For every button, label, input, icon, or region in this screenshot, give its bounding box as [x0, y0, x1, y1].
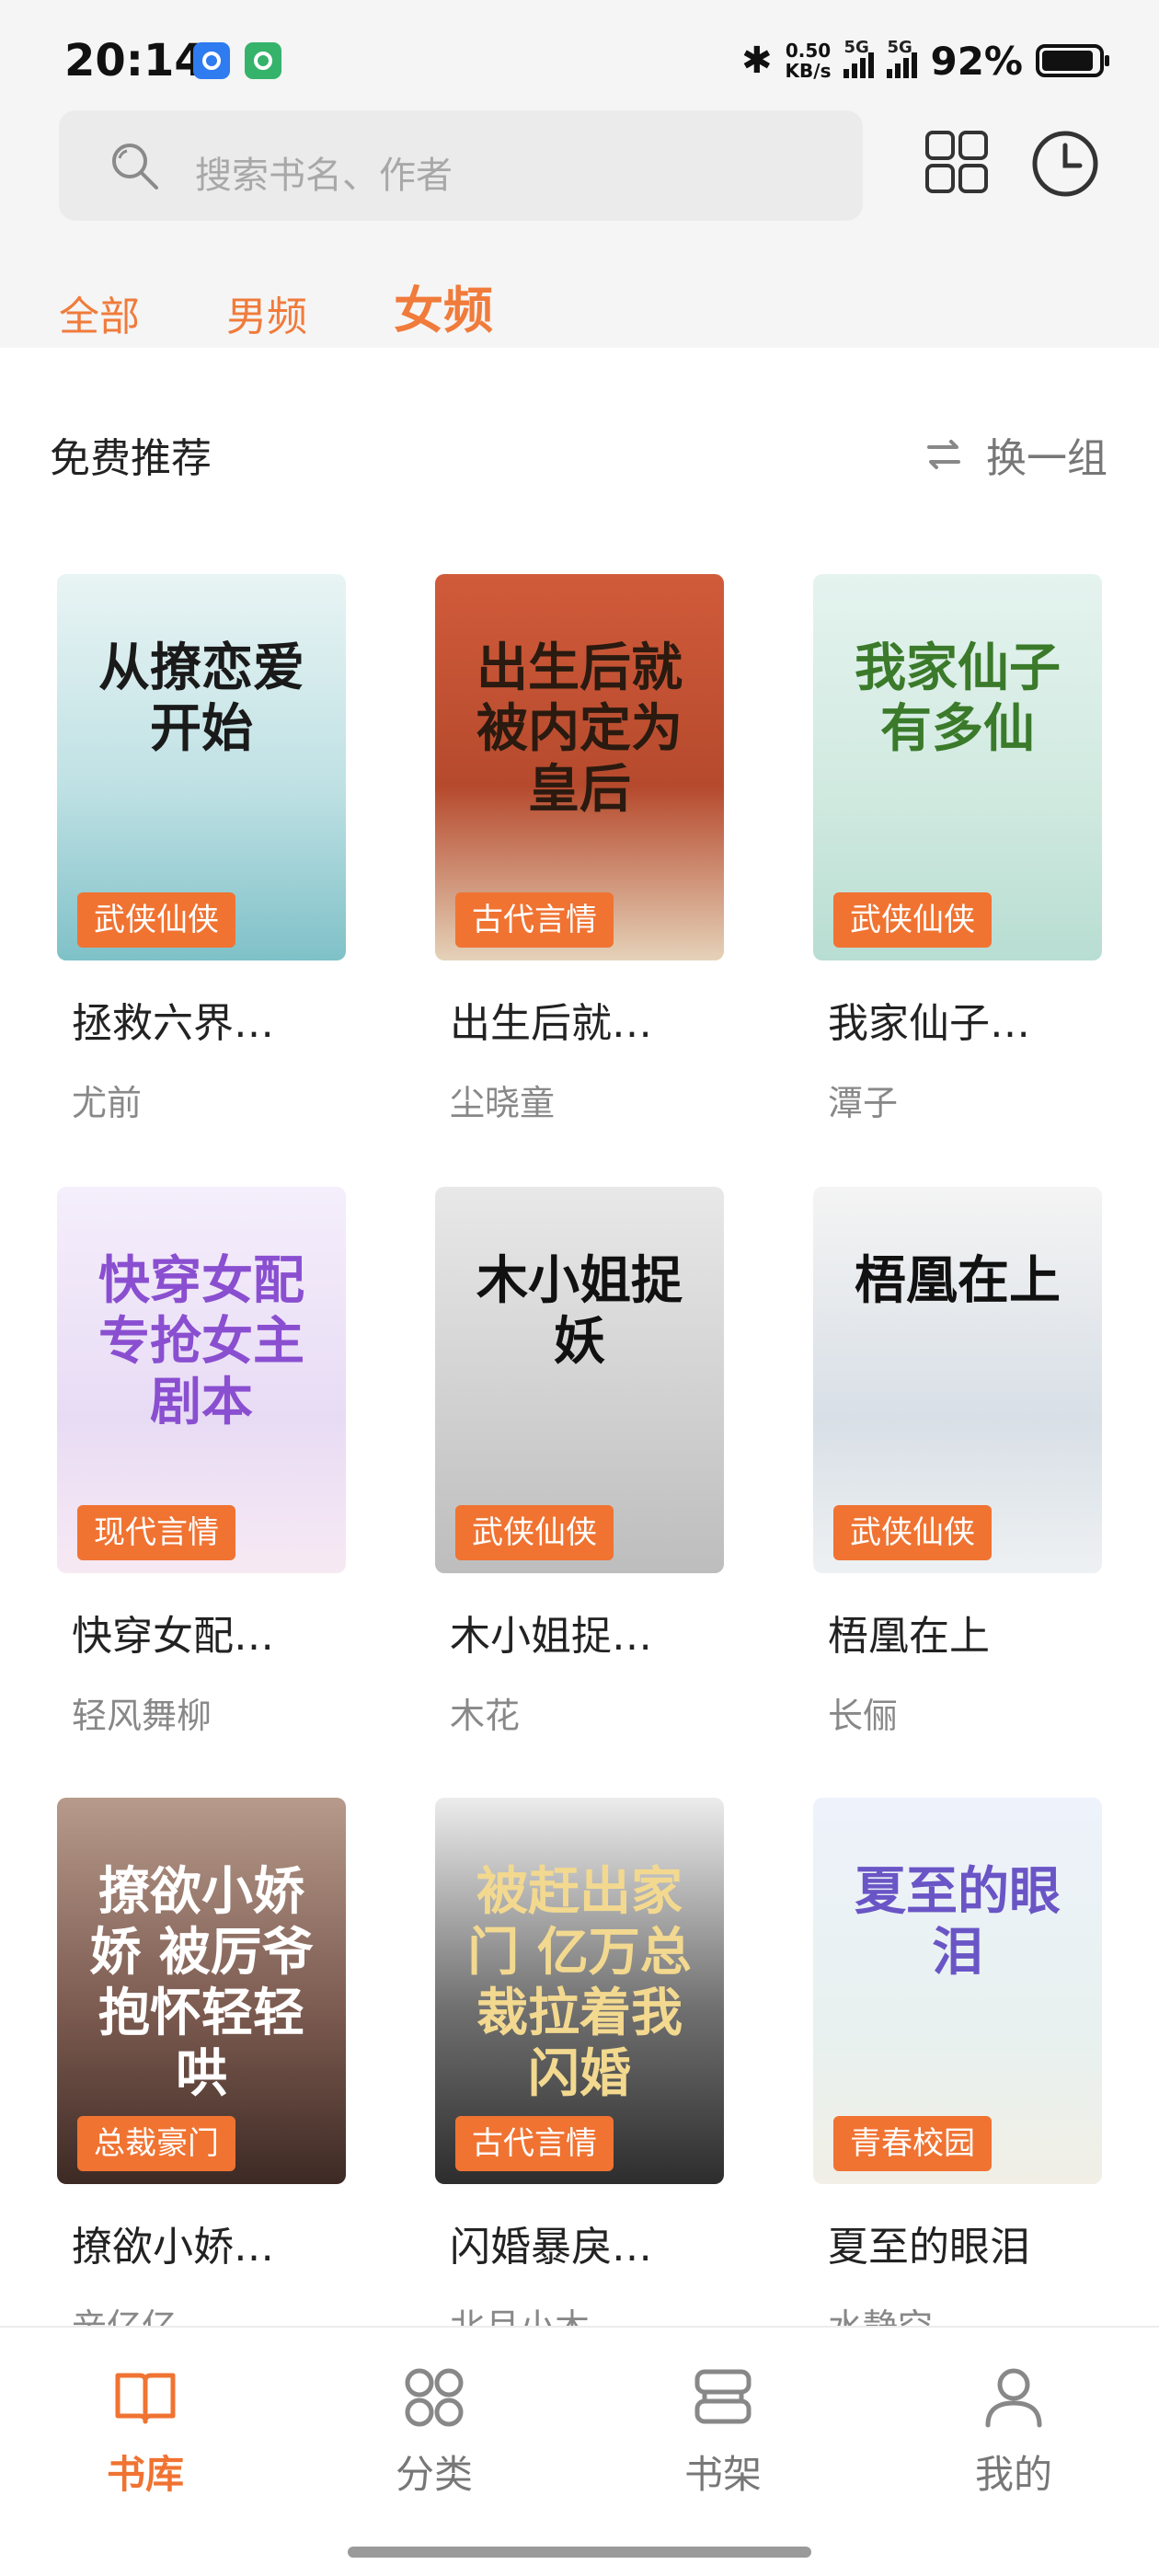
tab-male[interactable]: 男频 [226, 283, 307, 342]
battery-percent: 92% [930, 38, 1023, 84]
book-title[interactable]: 梧凰在上 [828, 1603, 990, 1662]
bookshelf-icon [694, 2369, 752, 2424]
nav-category[interactable]: 分类 [342, 2361, 526, 2500]
genre-tag: 现代言情 [77, 1505, 235, 1560]
book-cover[interactable]: 快穿女配专抢女主剧本 现代言情 [57, 1187, 346, 1573]
book-title[interactable]: 出生后就… [450, 990, 652, 1049]
book-author: 潭子 [828, 1083, 899, 1123]
book-cover[interactable]: 夏至的眼泪 青春校园 [813, 1798, 1102, 2184]
cover-text: 从撩恋爱开始 [98, 638, 304, 759]
book-title[interactable]: 我家仙子… [828, 990, 1030, 1049]
genre-tag: 总裁豪门 [77, 2116, 235, 2171]
book-author: 尘晓童 [450, 1083, 556, 1123]
nav-label: 书库 [106, 2452, 184, 2497]
nav-profile[interactable]: 我的 [922, 2361, 1106, 2500]
search-icon [112, 144, 158, 190]
book-card[interactable]: 出生后就被内定为皇后 古代言情 出生后就… 尘晓童 [435, 574, 724, 1123]
refresh-icon [927, 440, 960, 469]
book-author: 木花 [450, 1696, 521, 1736]
cover-text: 快穿女配专抢女主剧本 [98, 1251, 304, 1432]
book-cover[interactable]: 木小姐捉妖 武侠仙侠 [435, 1187, 724, 1573]
grid-view-icon[interactable] [924, 129, 990, 195]
tab-female[interactable]: 女频 [394, 270, 493, 342]
cover-text: 被赶出家门 亿万总裁拉着我闪婚 [467, 1862, 692, 2104]
book-card[interactable]: 我家仙子有多仙 武侠仙侠 我家仙子… 潭子 [813, 574, 1102, 1123]
signal-2-icon: 5G [887, 38, 918, 78]
network-speed-unit: KB/s [785, 60, 832, 82]
signal-1-label: 5G [843, 38, 869, 57]
signal-2-label: 5G [887, 38, 912, 57]
status-bar: 20:14 ✱ 0.50 KB/s 5G 5G 92% [0, 0, 1159, 110]
book-cover[interactable]: 出生后就被内定为皇后 古代言情 [435, 574, 724, 960]
category-tabs: 全部 男频 女频 [59, 269, 580, 342]
nav-label: 书架 [683, 2452, 762, 2497]
cover-text: 梧凰在上 [855, 1251, 1061, 1311]
cover-text: 木小姐捉妖 [476, 1251, 683, 1372]
book-author: 长俪 [828, 1696, 899, 1736]
book-card[interactable]: 被赶出家门 亿万总裁拉着我闪婚 古代言情 闪婚暴戾… 北月小木 [435, 1798, 724, 2347]
search-placeholder: 搜索书名、作者 [195, 155, 453, 197]
book-author: 尤前 [72, 1083, 143, 1123]
genre-tag: 武侠仙侠 [455, 1505, 614, 1560]
book-card[interactable]: 从撩恋爱开始 武侠仙侠 拯救六界… 尤前 [57, 574, 346, 1123]
genre-tag: 武侠仙侠 [833, 892, 992, 948]
genre-tag: 武侠仙侠 [77, 892, 235, 948]
book-card[interactable]: 梧凰在上 武侠仙侠 梧凰在上 长俪 [813, 1187, 1102, 1736]
network-speed-value: 0.50 [785, 40, 832, 62]
cover-text: 我家仙子有多仙 [855, 638, 1061, 759]
notification-app-icon [193, 42, 230, 79]
nav-bookshelf[interactable]: 书架 [631, 2361, 815, 2500]
notification-signal-icon [245, 42, 281, 79]
book-card[interactable]: 撩欲小娇娇 被厉爷抱怀轻轻哄 总裁豪门 撩欲小娇… 辛亿亿 [57, 1798, 346, 2347]
book-title[interactable]: 夏至的眼泪 [828, 2214, 1030, 2272]
book-cover[interactable]: 梧凰在上 武侠仙侠 [813, 1187, 1102, 1573]
history-clock-icon[interactable] [1030, 129, 1100, 199]
status-time: 20:14 [64, 35, 205, 86]
book-icon [115, 2373, 176, 2424]
book-cover[interactable]: 我家仙子有多仙 武侠仙侠 [813, 574, 1102, 960]
status-right-group: ✱ 0.50 KB/s 5G 5G 92% [741, 35, 1109, 86]
book-title[interactable]: 木小姐捉… [450, 1603, 652, 1662]
bottom-navigation: 书库 分类 书架 我的 [0, 2326, 1159, 2576]
tab-all[interactable]: 全部 [59, 283, 140, 342]
book-cover[interactable]: 被赶出家门 亿万总裁拉着我闪婚 古代言情 [435, 1798, 724, 2184]
search-input[interactable]: 搜索书名、作者 [59, 110, 863, 221]
genre-tag: 古代言情 [455, 2116, 614, 2171]
nav-label: 我的 [974, 2452, 1052, 2497]
book-title[interactable]: 闪婚暴戾… [450, 2214, 652, 2272]
refresh-label: 换一组 [986, 435, 1107, 482]
genre-tag: 武侠仙侠 [833, 1505, 992, 1560]
book-title[interactable]: 拯救六界… [72, 990, 274, 1049]
book-cover[interactable]: 撩欲小娇娇 被厉爷抱怀轻轻哄 总裁豪门 [57, 1798, 346, 2184]
genre-tag: 古代言情 [455, 892, 614, 948]
cover-text: 夏至的眼泪 [855, 1862, 1061, 1983]
book-card[interactable]: 快穿女配专抢女主剧本 现代言情 快穿女配… 轻风舞柳 [57, 1187, 346, 1736]
category-icon [405, 2368, 464, 2427]
header: 搜索书名、作者 全部 男频 女频 [0, 110, 1159, 348]
network-speed: 0.50 KB/s [786, 40, 832, 81]
cover-text: 出生后就被内定为皇后 [476, 638, 683, 820]
nav-bookstore[interactable]: 书库 [53, 2361, 237, 2500]
book-author: 轻风舞柳 [72, 1696, 212, 1736]
cover-text: 撩欲小娇娇 被厉爷抱怀轻轻哄 [89, 1862, 314, 2104]
book-cover[interactable]: 从撩恋爱开始 武侠仙侠 [57, 574, 346, 960]
signal-1-icon: 5G [843, 38, 875, 78]
genre-tag: 青春校园 [833, 2116, 992, 2171]
book-card[interactable]: 夏至的眼泪 青春校园 夏至的眼泪 水静空 [813, 1798, 1102, 2347]
book-card[interactable]: 木小姐捉妖 武侠仙侠 木小姐捉… 木花 [435, 1187, 724, 1736]
refresh-button[interactable]: 换一组 [924, 425, 1107, 484]
section-title: 免费推荐 [50, 435, 212, 482]
profile-icon [985, 2368, 1042, 2428]
book-title[interactable]: 快穿女配… [72, 1603, 274, 1662]
book-title[interactable]: 撩欲小娇… [72, 2214, 274, 2272]
battery-icon [1036, 44, 1109, 77]
bluetooth-icon: ✱ [741, 40, 773, 82]
nav-label: 分类 [395, 2452, 473, 2497]
home-indicator[interactable] [348, 2547, 811, 2558]
